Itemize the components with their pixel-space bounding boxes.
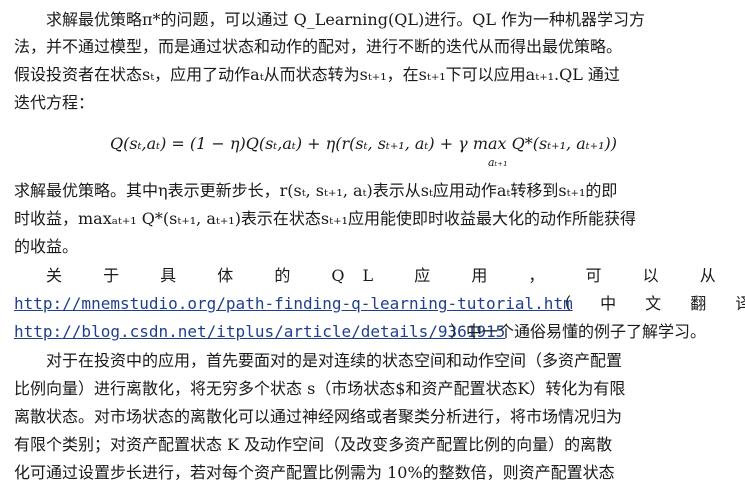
text-line-2: 法，并不通过模型，而是通过状态和动作的配对，进行不断的迭代从而得出最优策略。 xyxy=(14,37,623,56)
link-csdn[interactable]: http://blog.csdn.net/itplus/article/deta… xyxy=(14,321,505,343)
text-line-6: 时收益，maxₐₜ₊₁ Q*(sₜ₊₁, aₜ₊₁)表示在状态sₜ₊₁应用能使即… xyxy=(14,209,636,228)
text-line-10: ）中一个通俗易懂的例子了解学习。 xyxy=(450,322,707,341)
text-line-9: （ 中 文 翻 译 xyxy=(555,294,745,313)
link-mnemstudio[interactable]: http://mnemstudio.org/path-finding-q-lea… xyxy=(14,293,573,315)
text-line-7: 的收益。 xyxy=(14,237,79,256)
text-line-13: 离散状态。对市场状态的离散化可以通过神经网络或者聚类分析进行，将市场情况归为 xyxy=(14,407,623,426)
text-line-12: 比例向量）进行离散化，将无穷多个状态 s（市场状态$和资产配置状态K）转化为有限 xyxy=(14,379,626,398)
text-line-4: 迭代方程： xyxy=(14,93,95,112)
text-line-14: 有限个类别；对资产配置状态 K 及动作空间（及改变多资产配置比例的向量）的离散 xyxy=(14,435,613,454)
text-line-3: 假设投资者在状态sₜ，应用了动作aₜ从而状态转为sₜ₊₁，在sₜ₊₁下可以应用a… xyxy=(14,65,620,84)
text-line-11: 对于在投资中的应用，首先要面对的是对连续的状态空间和动作空间（多资产配置 xyxy=(46,351,623,370)
equation-max-subscript: aₜ₊₁ xyxy=(488,156,508,169)
text-line-8: 关 于 具 体 的 QL 应 用 ， 可 以 从 xyxy=(46,266,734,285)
text-line-15: 化可通过设置步长进行，若对每个资产配置比例需为 10%的整数倍，则资产配置状态 xyxy=(14,463,615,482)
document-page: 求解最优策略π*的问题，可以通过 Q_Learning(QL)进行。QL 作为一… xyxy=(0,0,745,490)
text-line-1: 求解最优策略π*的问题，可以通过 Q_Learning(QL)进行。QL 作为一… xyxy=(46,10,646,29)
q-learning-equation: Q(sₜ,aₜ) = (1 − η)Q(sₜ,aₜ) + η(r(sₜ, sₜ₊… xyxy=(110,133,618,169)
equation-body: Q(sₜ,aₜ) = (1 − η)Q(sₜ,aₜ) + η(r(sₜ, sₜ₊… xyxy=(110,134,618,153)
text-line-5: 求解最优策略。其中η表示更新步长，r(sₜ, sₜ₊₁, aₜ)表示从sₜ应用动… xyxy=(14,181,618,200)
